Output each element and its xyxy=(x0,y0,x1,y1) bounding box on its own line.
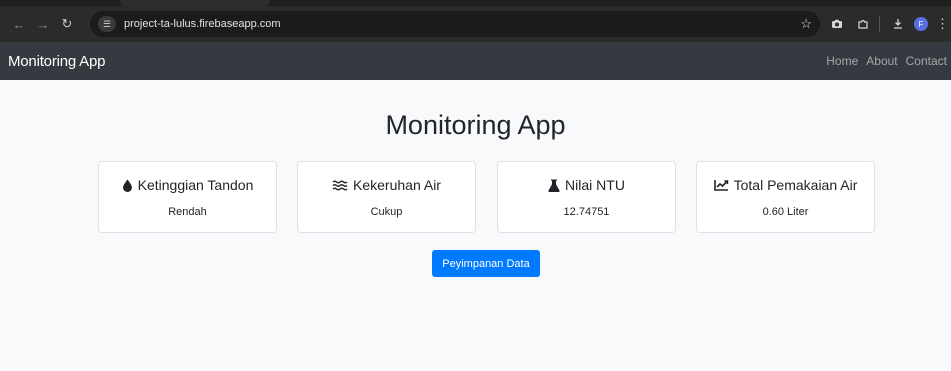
card-label: Ketinggian Tandon xyxy=(137,177,254,193)
forward-arrow-icon[interactable]: → xyxy=(34,15,52,33)
app-navbar: Monitoring App Home About Contact xyxy=(0,42,951,80)
nav-link-home[interactable]: Home xyxy=(826,54,858,68)
card-label: Nilai NTU xyxy=(565,177,625,193)
flask-icon xyxy=(548,179,560,192)
card-ketinggian-tandon: Ketinggian Tandon Rendah xyxy=(98,161,277,233)
extensions-icon[interactable] xyxy=(853,14,873,34)
toolbar-right: F ⋮ xyxy=(827,6,951,42)
card-label: Total Pemakaian Air xyxy=(733,177,858,193)
browser-menu-icon[interactable]: ⋮ xyxy=(936,16,949,32)
url-text[interactable]: project-ta-lulus.firebaseapp.com xyxy=(124,18,281,30)
page-title: Monitoring App xyxy=(385,110,566,140)
card-title: Total Pemakaian Air xyxy=(697,177,874,193)
navbar-links: Home About Contact xyxy=(818,54,947,68)
card-title: Ketinggian Tandon xyxy=(99,177,276,193)
card-total-pemakaian-air: Total Pemakaian Air 0.60 Liter xyxy=(696,161,875,233)
navbar-brand[interactable]: Monitoring App xyxy=(8,53,105,70)
card-value: 0.60 Liter xyxy=(762,206,809,218)
card-title: Kekeruhan Air xyxy=(298,177,475,193)
bookmark-star-icon[interactable]: ☆ xyxy=(800,16,812,32)
card-nilai-ntu: Nilai NTU 12.74751 xyxy=(497,161,676,233)
card-label: Kekeruhan Air xyxy=(353,177,441,193)
card-value: Rendah xyxy=(168,206,207,218)
card-kekeruhan-air: Kekeruhan Air Cukup xyxy=(297,161,476,233)
camera-icon[interactable] xyxy=(827,14,847,34)
card-value: Cukup xyxy=(370,206,403,218)
reload-icon[interactable]: ↻ xyxy=(58,15,76,33)
card-title: Nilai NTU xyxy=(498,177,675,193)
address-bar[interactable]: ☰ project-ta-lulus.firebaseapp.com ☆ xyxy=(90,11,820,37)
peyimpanan-data-button[interactable]: Peyimpanan Data xyxy=(432,250,540,277)
browser-toolbar: ← → ↻ ☰ project-ta-lulus.firebaseapp.com… xyxy=(0,6,951,42)
nav-link-about[interactable]: About xyxy=(866,54,897,68)
card-value: 12.74751 xyxy=(563,206,610,218)
back-arrow-icon[interactable]: ← xyxy=(10,15,28,33)
site-info-icon[interactable]: ☰ xyxy=(98,16,116,32)
nav-link-contact[interactable]: Contact xyxy=(906,54,947,68)
profile-avatar[interactable]: F xyxy=(914,17,928,31)
line-chart-icon xyxy=(713,179,729,191)
download-icon[interactable] xyxy=(888,14,908,34)
water-waves-icon xyxy=(332,180,348,191)
droplet-icon xyxy=(122,179,133,192)
toolbar-divider xyxy=(879,16,880,32)
